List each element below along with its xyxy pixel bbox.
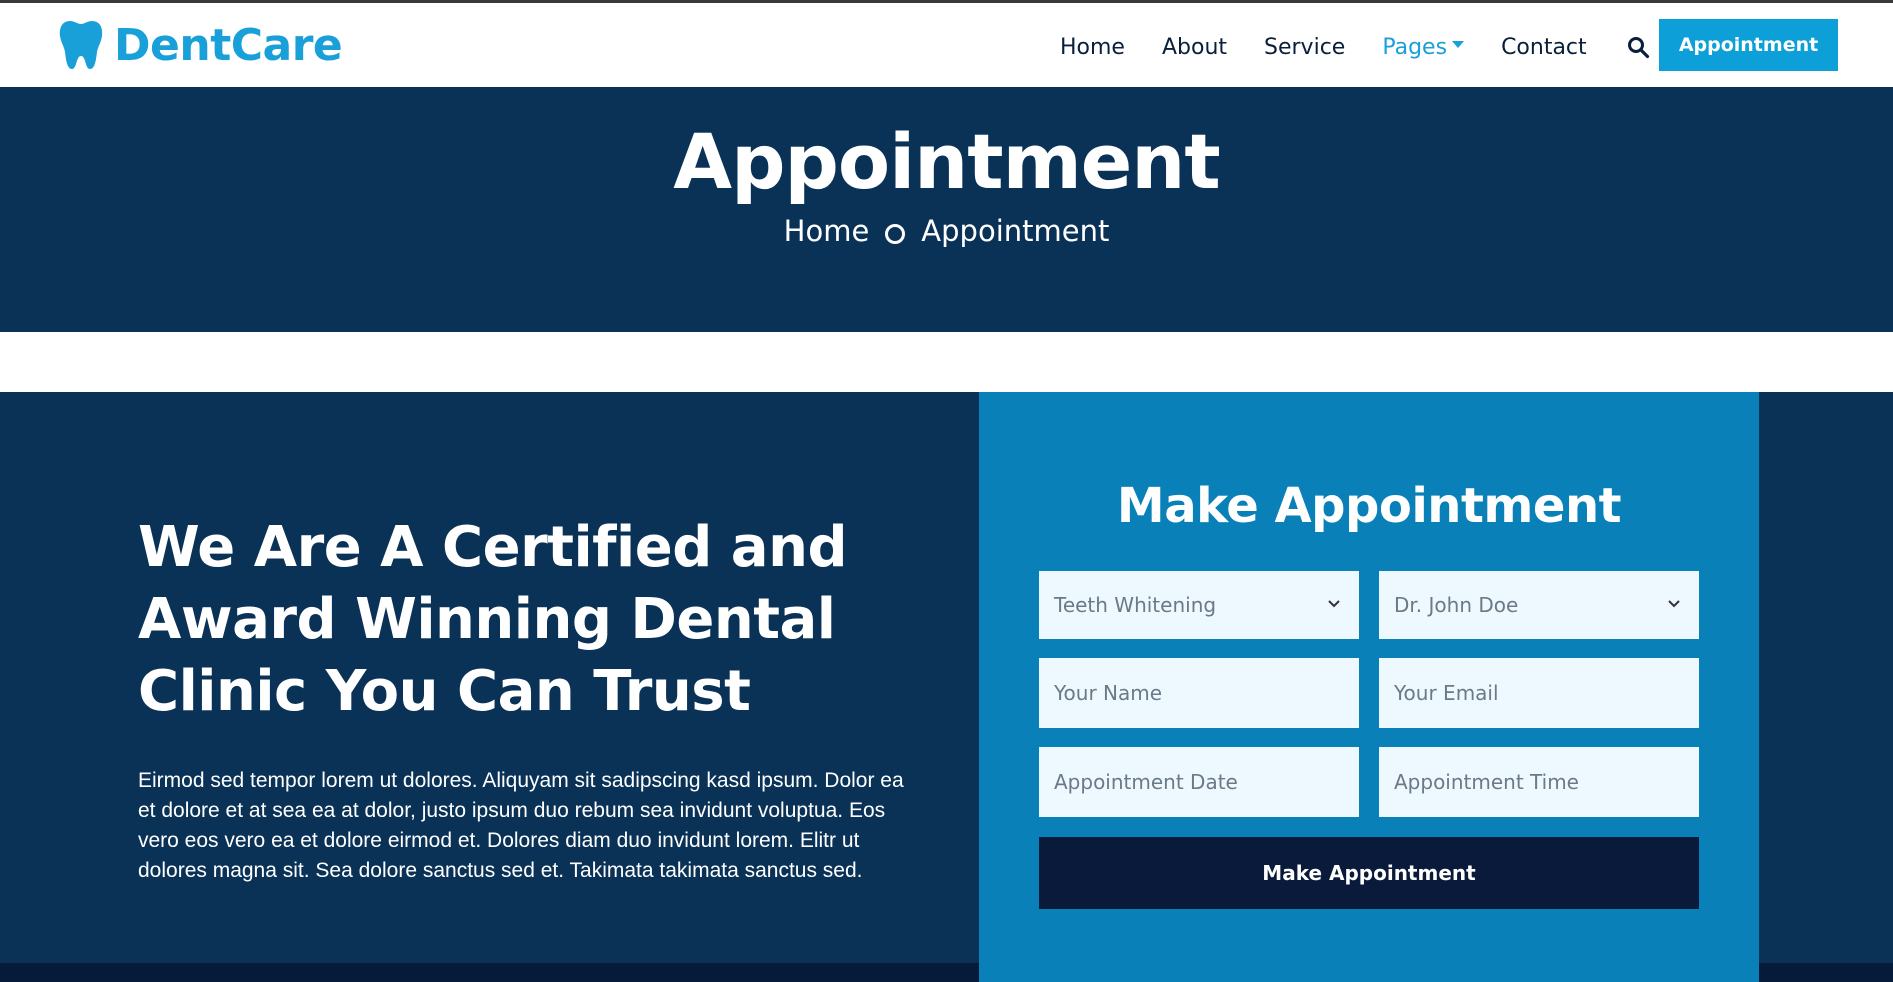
- page-title: Appointment: [673, 117, 1221, 206]
- navbar: DentCare Home About Service Pages Contac…: [0, 3, 1893, 87]
- make-appointment-button[interactable]: Make Appointment: [1039, 837, 1699, 909]
- breadcrumb-home[interactable]: Home: [784, 214, 870, 248]
- search-icon[interactable]: [1626, 35, 1650, 59]
- brand-logo[interactable]: DentCare: [58, 17, 343, 73]
- about-text: Eirmod sed tempor lorem ut dolores. Aliq…: [138, 769, 904, 882]
- page-header: Appointment Home Appointment: [0, 87, 1893, 332]
- time-input[interactable]: Appointment Time: [1379, 747, 1699, 817]
- about-heading: We Are A Certified and Award Winning Den…: [138, 515, 848, 724]
- circle-separator-icon: [885, 224, 906, 244]
- nav-home[interactable]: Home: [1060, 35, 1125, 60]
- caret-down-icon: [1452, 41, 1465, 48]
- about-block: We Are A Certified and Award Winning Den…: [138, 512, 938, 886]
- brand-name: DentCare: [114, 19, 343, 71]
- breadcrumb: Home Appointment: [0, 214, 1893, 248]
- form-title: Make Appointment: [1116, 478, 1622, 534]
- chevron-down-icon: [1328, 600, 1340, 608]
- chevron-down-icon: [1668, 600, 1680, 608]
- nav-about[interactable]: About: [1162, 35, 1227, 60]
- date-input[interactable]: Appointment Date: [1039, 747, 1359, 817]
- service-select-value: Teeth Whitening: [1054, 593, 1217, 617]
- nav-service[interactable]: Service: [1264, 35, 1345, 60]
- email-input[interactable]: Your Email: [1379, 658, 1699, 728]
- doctor-select-value: Dr. John Doe: [1394, 593, 1519, 617]
- name-input[interactable]: Your Name: [1039, 658, 1359, 728]
- nav-links: Home About Service Pages Contact: [1060, 27, 1650, 67]
- breadcrumb-current: Appointment: [921, 214, 1110, 248]
- appointment-form: Make Appointment Teeth Whitening Dr. Joh…: [979, 392, 1759, 982]
- doctor-select[interactable]: Dr. John Doe: [1379, 571, 1699, 639]
- nav-contact[interactable]: Contact: [1501, 35, 1587, 60]
- nav-pages-label: Pages: [1382, 34, 1448, 60]
- nav-pages-dropdown[interactable]: Pages: [1382, 34, 1465, 60]
- appointment-nav-button[interactable]: Appointment: [1659, 19, 1838, 71]
- service-select[interactable]: Teeth Whitening: [1039, 571, 1359, 639]
- tooth-icon: [59, 21, 103, 69]
